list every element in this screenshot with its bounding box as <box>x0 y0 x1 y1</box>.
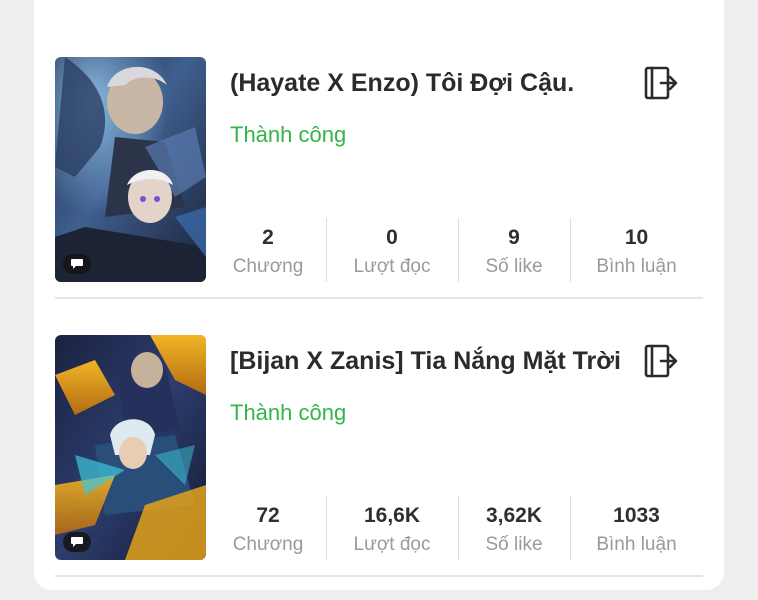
divider <box>55 575 703 577</box>
stat-value: 9 <box>508 226 520 249</box>
stat-value: 10 <box>624 226 649 249</box>
status-badge: Thành công <box>230 122 347 147</box>
stat-comments: 1033 Bình luận <box>570 496 703 560</box>
stat-likes: 3,62K Số like <box>458 496 570 560</box>
stat-chapters: 72 Chương <box>210 496 326 560</box>
divider <box>55 297 703 299</box>
story-stats: 72 Chương 16,6K Lượt đọc 3,62K Số like 1… <box>210 496 703 560</box>
story-card[interactable]: (Hayate X Enzo) Tôi Đợi Cậu. Thành công … <box>55 55 703 299</box>
stat-label: Bình luận <box>596 256 677 277</box>
stat-value: 16,6K <box>363 504 421 527</box>
stat-value: 3,62K <box>485 504 543 527</box>
stat-views: 0 Lượt đọc <box>326 218 458 282</box>
comment-bubble-icon <box>63 532 91 552</box>
export-icon[interactable] <box>641 63 681 103</box>
stat-views: 16,6K Lượt đọc <box>326 496 458 560</box>
comment-bubble-icon <box>63 254 91 274</box>
story-card[interactable]: [Bijan X Zanis] Tia Nắng Mặt Trời Thành … <box>55 333 703 577</box>
story-cover-image[interactable] <box>55 57 206 282</box>
stat-value: 1033 <box>613 504 660 527</box>
stat-chapters: 2 Chương <box>210 218 326 282</box>
stat-likes: 9 Số like <box>458 218 570 282</box>
stat-label: Chương <box>232 256 304 277</box>
stat-label: Bình luận <box>596 534 677 555</box>
stat-label: Lượt đọc <box>353 534 431 555</box>
stat-value: 2 <box>262 226 274 249</box>
story-title[interactable]: (Hayate X Enzo) Tôi Đợi Cậu. <box>230 65 640 101</box>
export-icon[interactable] <box>641 341 681 381</box>
story-title[interactable]: [Bijan X Zanis] Tia Nắng Mặt Trời <box>230 343 640 379</box>
stat-comments: 10 Bình luận <box>570 218 703 282</box>
stat-label: Lượt đọc <box>353 256 431 277</box>
stat-value: 0 <box>386 226 398 249</box>
story-cover-image[interactable] <box>55 335 206 560</box>
stat-label: Số like <box>485 256 543 277</box>
status-badge: Thành công <box>230 400 347 425</box>
stat-label: Chương <box>232 534 304 555</box>
story-stats: 2 Chương 0 Lượt đọc 9 Số like 10 Bình lu… <box>210 218 703 282</box>
stat-label: Số like <box>485 534 543 555</box>
stat-value: 72 <box>256 504 280 527</box>
